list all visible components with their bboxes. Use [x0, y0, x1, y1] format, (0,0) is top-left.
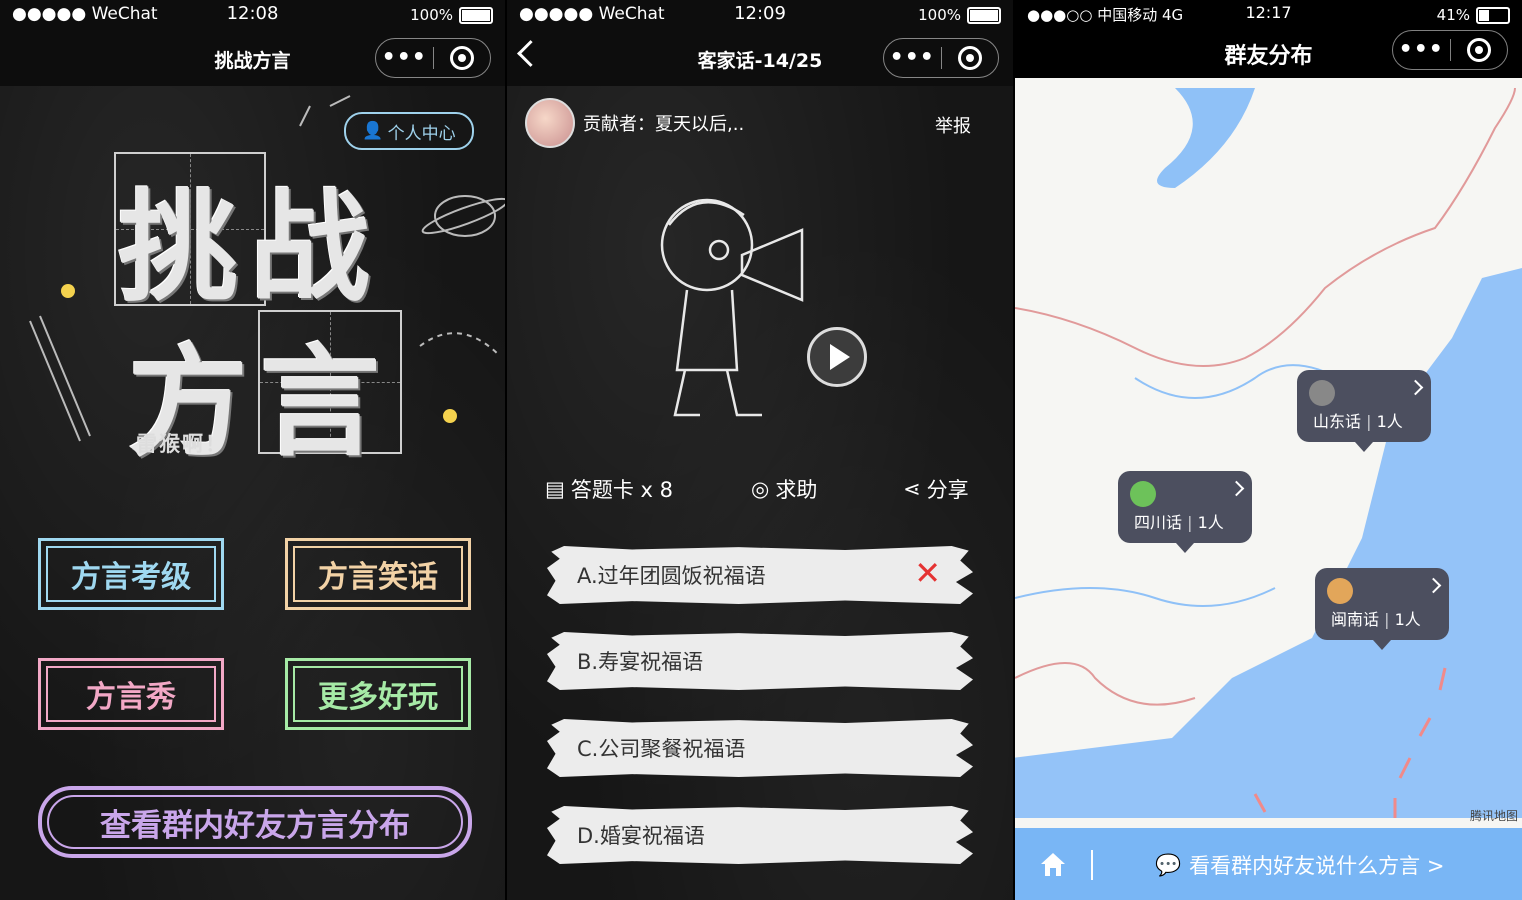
marker-info: 山东话 | 1人: [1313, 412, 1403, 431]
see-friends-label: 看看群内好友说什么方言 >: [1189, 854, 1445, 878]
avatar: [525, 98, 575, 148]
count-label: 1人: [1197, 513, 1224, 532]
count-label: 1人: [1394, 610, 1421, 629]
close-target-icon[interactable]: [434, 46, 491, 70]
status-bar: ●●●●● WeChat 12:09 100%: [507, 0, 1013, 30]
dialect-level-label: 方言考级: [71, 560, 191, 595]
avatar: [1309, 380, 1335, 406]
play-audio-button[interactable]: [807, 327, 867, 387]
status-bar: ●●●●● WeChat 12:08 100%: [0, 0, 505, 30]
phone-map: ●●●○○ 中国移动 4G 12:17 41% 群友分布 ••• 山东话 | 1…: [1015, 0, 1522, 900]
more-fun-button[interactable]: 更多好玩: [285, 658, 471, 730]
share-icon: ⋖: [903, 477, 921, 501]
close-target-icon[interactable]: [942, 46, 999, 70]
sun-icon-2: [443, 409, 457, 423]
battery-percent: 100%: [410, 6, 453, 24]
chevron-right-icon: [1228, 480, 1245, 497]
nav-bar: 客家话-14/25 •••: [507, 30, 1013, 86]
contributor[interactable]: 贡献者：夏天以后,..: [525, 98, 744, 148]
divider: [1091, 850, 1093, 880]
answer-option-b[interactable]: B.寿宴祝福语: [547, 632, 973, 690]
mini-program-capsule: •••: [883, 38, 999, 78]
see-friends-dialects-link[interactable]: 💬 看看群内好友说什么方言 >: [1155, 850, 1444, 880]
help-button[interactable]: ◎ 求助: [751, 474, 817, 504]
map-marker-sichuan[interactable]: 四川话 | 1人: [1118, 471, 1252, 553]
avatar: [1130, 481, 1156, 507]
phone-quiz: ●●●●● WeChat 12:09 100% 客家话-14/25 ••• 贡献…: [507, 0, 1013, 900]
marker-info: 四川话 | 1人: [1134, 513, 1224, 532]
dialect-show-label: 方言秀: [86, 680, 176, 715]
answer-a-label: A.过年团圆饭祝福语: [577, 564, 766, 588]
marker-info: 闽南话 | 1人: [1331, 610, 1421, 629]
nav-bar: 挑战方言 •••: [0, 30, 505, 86]
lifebuoy-icon: ◎: [751, 477, 770, 501]
view-group-dialects-button[interactable]: 查看群内好友方言分布: [38, 786, 472, 858]
mini-program-capsule: •••: [375, 38, 491, 78]
close-target-icon[interactable]: [1451, 38, 1508, 62]
answer-d-label: D.婚宴祝福语: [577, 824, 705, 848]
wrong-mark-icon: ✕: [914, 554, 941, 592]
more-fun-label: 更多好玩: [318, 680, 438, 715]
chevron-right-icon: [1425, 577, 1442, 594]
share-label: 分享: [926, 478, 969, 502]
kid-megaphone-illustration: [660, 198, 804, 417]
dialect-show-button[interactable]: 方言秀: [38, 658, 224, 730]
answer-card-label: 答题卡 x 8: [570, 478, 673, 502]
report-button[interactable]: 举报: [935, 112, 971, 138]
answer-b-label: B.寿宴祝福语: [577, 650, 704, 674]
dialect-label: 山东话: [1313, 412, 1362, 431]
avatar: [1327, 578, 1353, 604]
map-marker-minnan[interactable]: 闽南话 | 1人: [1315, 568, 1449, 650]
title-art-top: 挑战: [118, 179, 382, 318]
answer-option-a[interactable]: A.过年团圆饭祝福语 ✕: [547, 546, 973, 604]
dialect-label: 闽南话: [1331, 610, 1380, 629]
dialect-level-button[interactable]: 方言考级: [38, 538, 224, 610]
battery-icon: [967, 6, 1001, 24]
count-label: 1人: [1376, 412, 1403, 431]
contributor-label: 贡献者：夏天以后,..: [583, 114, 745, 135]
more-icon[interactable]: •••: [376, 43, 433, 73]
chevron-right-icon: [1407, 379, 1424, 396]
help-label: 求助: [775, 478, 818, 502]
dialect-label: 四川话: [1134, 513, 1183, 532]
answer-card-button[interactable]: ▤ 答题卡 x 8: [545, 474, 673, 504]
subtitle: 雷猴啊！: [136, 432, 228, 456]
battery-percent: 100%: [918, 6, 961, 24]
battery-icon: [1476, 6, 1510, 24]
sun-icon: [61, 284, 75, 298]
phone-home: ●●●●● WeChat 12:08 100% 挑战方言 ••• 👤 个人中心: [0, 0, 505, 900]
wechat-icon: 💬: [1155, 852, 1182, 877]
mini-program-capsule: •••: [1392, 30, 1508, 70]
answer-option-c[interactable]: C.公司聚餐祝福语: [547, 719, 973, 777]
battery: 100%: [410, 6, 493, 24]
map-drawing: [1015, 78, 1522, 828]
home-icon[interactable]: [1039, 850, 1067, 878]
dialect-jokes-label: 方言笑话: [318, 560, 438, 595]
nav-bar: 群友分布 •••: [1015, 22, 1522, 78]
more-icon[interactable]: •••: [884, 43, 941, 73]
more-icon[interactable]: •••: [1393, 35, 1450, 65]
battery-icon: [459, 6, 493, 24]
map-marker-shandong[interactable]: 山东话 | 1人: [1297, 370, 1431, 452]
map-credit: 腾讯地图: [1469, 809, 1518, 823]
dialect-jokes-button[interactable]: 方言笑话: [285, 538, 471, 610]
answer-option-d[interactable]: D.婚宴祝福语: [547, 806, 973, 864]
ruler-icon: [29, 320, 81, 442]
bottom-bar: 💬 看看群内好友说什么方言 >: [1015, 828, 1522, 900]
map-view[interactable]: 山东话 | 1人 四川话 | 1人 闽南话 | 1人: [1015, 78, 1522, 828]
answer-c-label: C.公司聚餐祝福语: [577, 737, 746, 761]
view-group-dialects-label: 查看群内好友方言分布: [100, 807, 410, 844]
battery: 100%: [918, 6, 1001, 24]
card-icon: ▤: [545, 477, 565, 501]
share-button[interactable]: ⋖ 分享: [903, 474, 969, 504]
